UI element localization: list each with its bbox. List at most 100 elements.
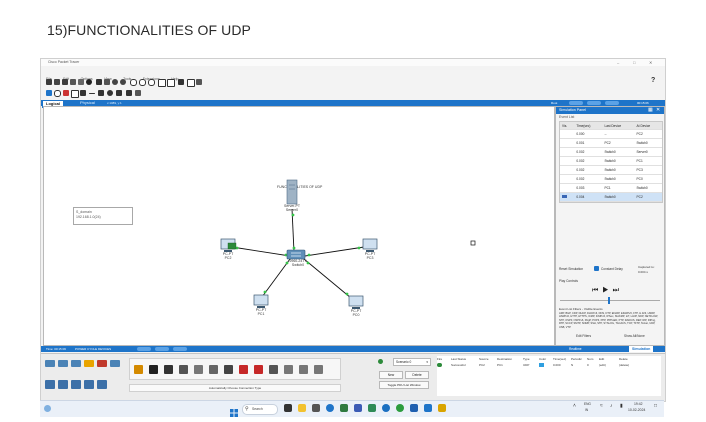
clock-time[interactable]: 19:42: [634, 402, 643, 406]
security-icon[interactable]: [97, 360, 107, 367]
octal-cable-icon[interactable]: [269, 365, 278, 374]
fire-indicator-icon[interactable]: [437, 363, 442, 367]
phone-cable-icon[interactable]: [209, 365, 218, 374]
pdu-envelope-icon[interactable]: [227, 242, 237, 250]
pdu-icon[interactable]: [178, 79, 184, 85]
undo-icon[interactable]: [112, 79, 118, 85]
inspect-icon[interactable]: [54, 90, 61, 97]
language-label[interactable]: ENG: [584, 402, 591, 406]
fiber-icon[interactable]: [194, 365, 203, 374]
zoom-reset-icon[interactable]: [139, 79, 146, 86]
network-info-icon[interactable]: [196, 79, 202, 85]
resize-icon[interactable]: [71, 90, 79, 98]
auto-connection-icon[interactable]: [134, 365, 143, 374]
draw-ellipse-icon[interactable]: [107, 90, 113, 96]
minimize-icon[interactable]: –: [617, 60, 619, 65]
play-pause-button[interactable]: [137, 347, 151, 351]
serial-dte-icon[interactable]: [254, 365, 263, 374]
activity-wizard-icon[interactable]: [86, 79, 92, 85]
app-icon-3[interactable]: [354, 404, 362, 412]
chevron-up-icon[interactable]: ˄: [573, 403, 576, 409]
iot-cable-icon[interactable]: [284, 365, 293, 374]
custom-device-icon[interactable]: [167, 79, 175, 87]
pc3-icon[interactable]: [362, 238, 378, 252]
app-icon-5[interactable]: [382, 404, 390, 412]
wireless-icon[interactable]: [84, 360, 94, 367]
select-icon[interactable]: [46, 90, 52, 96]
zoom-in-icon[interactable]: [130, 79, 137, 86]
delete-pdu-link[interactable]: (delete): [619, 362, 629, 368]
event-row[interactable]: 0.000 -- PC2: [560, 129, 662, 139]
taskbar-search-box[interactable]: ⚲ Search: [242, 404, 278, 415]
event-list[interactable]: Vis. Time(sec) Last Device At Device 0.000-…: [559, 121, 663, 203]
constant-delay-checkbox[interactable]: [594, 266, 599, 271]
switches-icon[interactable]: [58, 360, 68, 367]
miscellaneous-icon[interactable]: [84, 380, 94, 389]
usb-cable-icon[interactable]: [299, 365, 308, 374]
open-icon[interactable]: [54, 79, 60, 85]
coaxial-icon[interactable]: [224, 365, 233, 374]
components-icon[interactable]: [58, 380, 68, 389]
close-icon[interactable]: ✕: [649, 60, 652, 65]
switch-icon[interactable]: [286, 249, 306, 260]
app-icon-2[interactable]: [340, 404, 348, 412]
wifi-icon[interactable]: ≈: [600, 403, 603, 409]
undock-icon[interactable]: ▦: [648, 107, 653, 113]
clock-date[interactable]: 10-02-2024: [628, 408, 645, 412]
add-complex-pdu-icon[interactable]: [135, 90, 141, 96]
weather-icon[interactable]: [44, 405, 51, 412]
viewport-pill-2[interactable]: [587, 101, 601, 105]
app-icon-1[interactable]: [312, 404, 320, 412]
word-icon[interactable]: [410, 404, 418, 412]
logical-workspace[interactable]: FUNCTIONALITIES OF UDP S_domain 192.168.…: [43, 106, 555, 346]
edge-icon[interactable]: [326, 404, 334, 412]
scenario-select[interactable]: Scenario 0 ▾: [393, 358, 431, 366]
speed-slider-thumb[interactable]: [608, 297, 610, 304]
wireless-cable-icon[interactable]: [314, 365, 323, 374]
show-all-none-button[interactable]: Show All/None: [624, 334, 645, 338]
event-row[interactable]: 0.002 Switch0 PC1: [560, 156, 662, 166]
copy-icon[interactable]: [96, 79, 102, 85]
paste-icon[interactable]: [104, 79, 110, 85]
realtime-tab[interactable]: Realtime: [569, 346, 582, 352]
edit-filters-button[interactable]: Edit Filters: [576, 334, 591, 338]
new-scenario-button[interactable]: New: [379, 371, 403, 379]
fast-forward-button[interactable]: [155, 347, 169, 351]
print-icon[interactable]: [78, 79, 84, 85]
windows-start-icon[interactable]: [230, 404, 238, 417]
event-row[interactable]: 0.004 Switch0 PC2: [560, 192, 662, 202]
pc2-icon[interactable]: [220, 238, 237, 252]
simulation-tab[interactable]: Simulation: [629, 346, 654, 352]
edit-pdu-link[interactable]: (edit): [599, 362, 606, 368]
app-icon-6[interactable]: [438, 404, 446, 412]
event-column-header[interactable]: Vis.: [560, 122, 575, 130]
event-column-header[interactable]: Last Device: [602, 122, 635, 130]
file-explorer-icon[interactable]: [298, 404, 306, 412]
serial-dce-icon[interactable]: [239, 365, 248, 374]
volume-icon[interactable]: ♪: [610, 403, 613, 409]
place-note-icon[interactable]: [80, 90, 86, 96]
end-devices-icon[interactable]: [45, 380, 55, 389]
add-simple-pdu-icon[interactable]: [126, 90, 132, 96]
pc0-icon[interactable]: [348, 295, 364, 309]
whatsapp-icon[interactable]: [396, 404, 404, 412]
delete-icon[interactable]: [63, 90, 69, 96]
region-label[interactable]: IN: [585, 408, 588, 412]
speed-slider-track[interactable]: [560, 300, 660, 301]
save-as-icon[interactable]: [70, 79, 76, 85]
step-back-icon[interactable]: ⏮: [592, 287, 602, 294]
cross-over-icon[interactable]: [179, 365, 188, 374]
event-row[interactable]: 0.002 Switch0 PC3: [560, 165, 662, 175]
viewport-pill-1[interactable]: [569, 101, 583, 105]
wan-emulation-icon[interactable]: [110, 360, 120, 367]
power-cycle-button[interactable]: POWER CYCLE DEVICES: [75, 346, 111, 352]
straight-through-icon[interactable]: [164, 365, 173, 374]
battery-icon[interactable]: ▮: [620, 403, 623, 409]
new-icon[interactable]: [46, 79, 52, 85]
routers-icon[interactable]: [45, 360, 55, 367]
task-view-icon[interactable]: [284, 404, 292, 412]
packet-tracer-taskbar-icon[interactable]: [424, 404, 432, 412]
event-row[interactable]: 0.001 PC2 Switch0: [560, 138, 662, 148]
connections-icon[interactable]: [71, 380, 81, 389]
save-icon[interactable]: [62, 79, 68, 85]
